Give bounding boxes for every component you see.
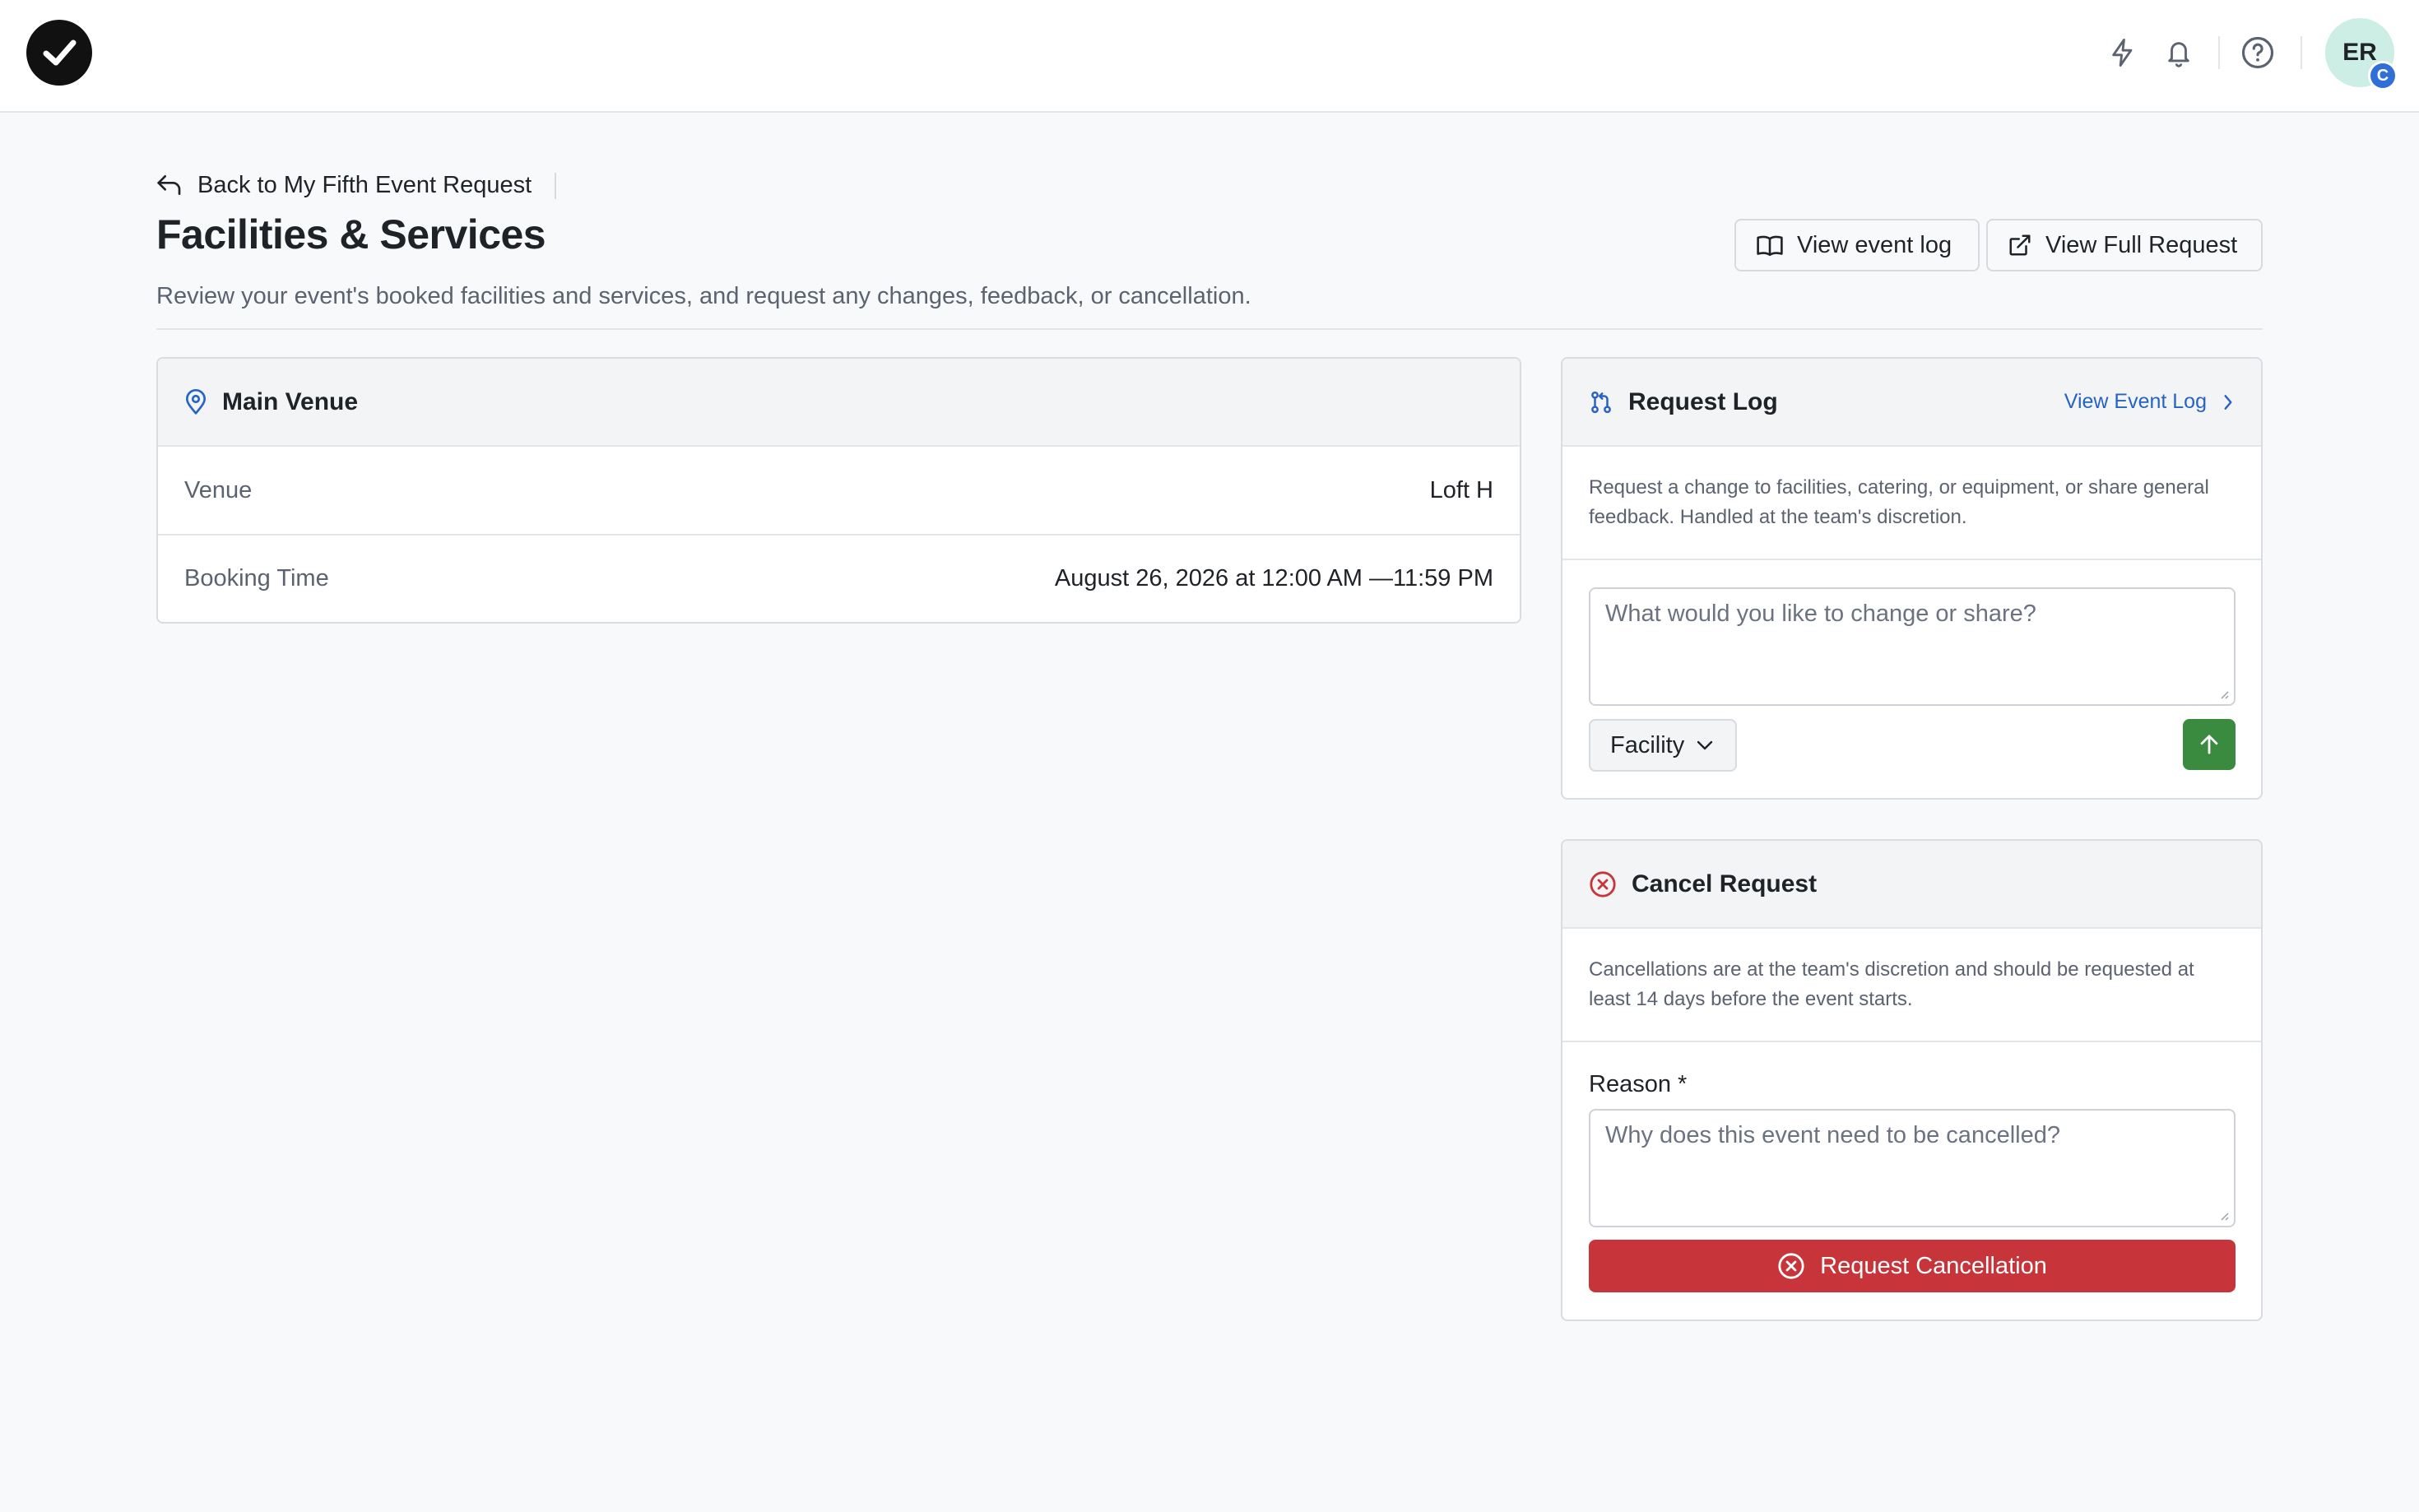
divider xyxy=(555,173,556,199)
cancel-request-header: Cancel Request xyxy=(1562,841,2261,929)
divider xyxy=(2218,36,2220,69)
help-icon[interactable] xyxy=(2238,33,2277,72)
view-event-log-link-label: View Event Log xyxy=(2064,390,2207,413)
booking-time-row: Booking Time August 26, 2026 at 12:00 AM… xyxy=(158,534,1520,621)
bell-icon[interactable] xyxy=(2159,33,2198,72)
resize-handle-icon[interactable] xyxy=(2217,688,2229,699)
request-log-title: Request Log xyxy=(1628,387,1778,415)
back-link[interactable]: Back to My Fifth Event Request xyxy=(156,169,532,202)
view-full-request-label: View Full Request xyxy=(2045,231,2238,258)
git-pull-request-icon xyxy=(1591,391,1611,413)
book-open-icon xyxy=(1757,235,1783,257)
x-circle-icon xyxy=(1590,870,1616,897)
header-divider xyxy=(156,328,2263,330)
divider xyxy=(2301,36,2302,69)
cancel-request-title: Cancel Request xyxy=(1632,870,1818,897)
view-event-log-label: View event log xyxy=(1797,231,1952,258)
top-bar: ER C xyxy=(0,0,2419,113)
back-link-label: Back to My Fifth Event Request xyxy=(197,171,532,198)
send-button[interactable] xyxy=(2183,719,2236,770)
view-event-log-button[interactable]: View event log xyxy=(1734,219,1980,271)
reply-arrow-icon xyxy=(157,175,181,196)
resize-handle-icon[interactable] xyxy=(2217,1209,2229,1221)
avatar-badge: C xyxy=(2368,61,2398,90)
request-log-card: Request Log View Event Log Request a cha… xyxy=(1561,357,2263,800)
request-log-description: Request a change to facilities, catering… xyxy=(1562,447,2261,560)
main-venue-header: Main Venue xyxy=(158,359,1520,447)
avatar-badge-label: C xyxy=(2370,63,2395,88)
main-venue-title: Main Venue xyxy=(222,387,359,415)
booking-time-value: August 26, 2026 at 12:00 AM —11:59 PM xyxy=(1054,564,1493,591)
chevron-down-icon xyxy=(1697,740,1713,750)
request-cancellation-label: Request Cancellation xyxy=(1820,1252,2047,1279)
cancel-request-description: Cancellations are at the team's discreti… xyxy=(1562,929,2261,1042)
reason-label: Reason * xyxy=(1589,1071,1688,1097)
main-venue-card: Main Venue Venue Loft H Booking Time Aug… xyxy=(156,357,1521,624)
arrow-up-icon xyxy=(2200,735,2218,754)
category-select-value: Facility xyxy=(1610,731,1685,758)
check-circle-logo-icon[interactable] xyxy=(26,20,92,86)
x-circle-icon xyxy=(1778,1253,1804,1279)
lightning-icon[interactable] xyxy=(2103,33,2143,72)
booking-time-label: Booking Time xyxy=(184,564,329,591)
view-full-request-button[interactable]: View Full Request xyxy=(1986,219,2263,271)
map-pin-icon xyxy=(185,388,206,415)
page-title: Facilities & Services xyxy=(156,211,546,257)
cancel-request-card: Cancel Request Cancellations are at the … xyxy=(1561,839,2263,1321)
category-select[interactable]: Facility xyxy=(1589,719,1737,772)
reason-input-placeholder: Why does this event need to be cancelled… xyxy=(1605,1122,2060,1148)
reason-input[interactable]: Why does this event need to be cancelled… xyxy=(1589,1109,2236,1227)
venue-row: Venue Loft H xyxy=(158,447,1520,534)
request-log-header: Request Log View Event Log xyxy=(1562,359,2261,447)
request-cancellation-button[interactable]: Request Cancellation xyxy=(1589,1240,2236,1292)
chevron-right-icon xyxy=(2224,394,2232,410)
venue-value: Loft H xyxy=(1429,476,1493,503)
request-log-input-placeholder: What would you like to change or share? xyxy=(1605,601,2036,627)
external-link-icon xyxy=(2009,234,2031,256)
request-log-input[interactable]: What would you like to change or share? xyxy=(1589,587,2236,706)
page-subtitle: Review your event's booked facilities an… xyxy=(156,283,1251,309)
view-event-log-link[interactable]: View Event Log xyxy=(2064,390,2235,414)
avatar-initials: ER xyxy=(2342,39,2377,66)
venue-label: Venue xyxy=(184,476,253,503)
